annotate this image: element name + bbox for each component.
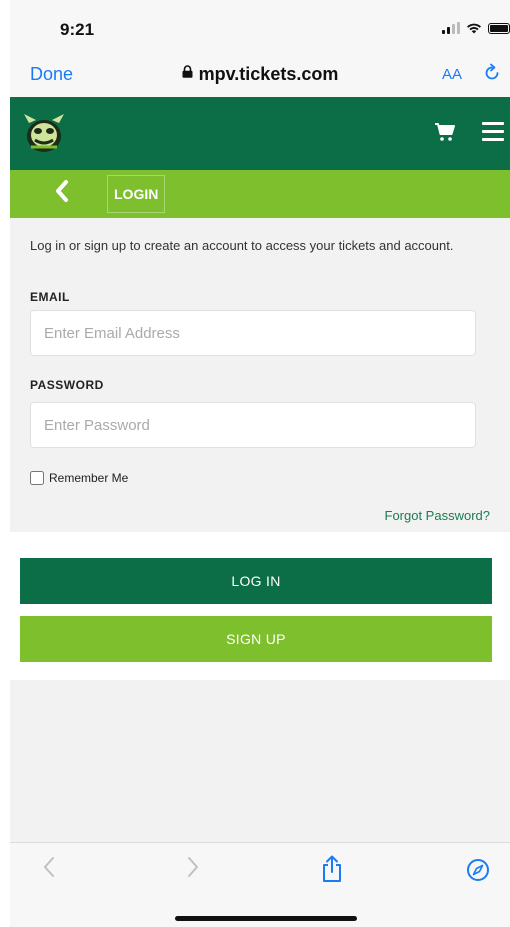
wifi-icon [467, 23, 481, 34]
battery-icon [488, 22, 510, 34]
site-header [10, 97, 510, 170]
password-field[interactable] [30, 402, 476, 448]
back-icon[interactable] [42, 855, 56, 886]
menu-icon[interactable] [482, 122, 504, 142]
signup-button[interactable]: SIGN UP [20, 616, 492, 662]
cart-icon[interactable] [434, 121, 456, 143]
status-bar: 9:21 [10, 0, 510, 55]
remember-me-checkbox[interactable] [30, 471, 44, 485]
status-icons [442, 22, 510, 34]
email-label: EMAIL [30, 290, 70, 304]
share-icon[interactable] [320, 855, 344, 883]
intro-text: Log in or sign up to create an account t… [30, 238, 454, 253]
signal-icon [442, 22, 460, 34]
login-subnav: LOGIN [10, 170, 510, 218]
email-field[interactable] [30, 310, 476, 356]
login-form: Log in or sign up to create an account t… [10, 218, 510, 532]
reload-icon[interactable] [482, 63, 502, 89]
browser-url-bar: Done mpv.tickets.com AA [10, 55, 510, 98]
page-background [10, 680, 510, 842]
hornet-logo[interactable] [20, 109, 68, 157]
home-indicator [175, 916, 357, 921]
address-field[interactable]: mpv.tickets.com [10, 64, 510, 85]
lock-icon [182, 65, 193, 81]
compass-icon[interactable] [466, 858, 490, 882]
phone-screen: 9:21 Done mpv.tickets.com AA LOGIN Log i… [0, 0, 510, 927]
forward-icon[interactable] [186, 855, 200, 886]
status-time: 9:21 [60, 20, 95, 39]
text-size-button[interactable]: AA [442, 66, 462, 83]
browser-toolbar [10, 842, 510, 927]
chevron-left-icon[interactable] [55, 179, 69, 210]
login-button[interactable]: LOG IN [20, 558, 492, 604]
password-label: PASSWORD [30, 378, 104, 392]
forgot-password-link[interactable]: Forgot Password? [385, 508, 491, 523]
remember-me-option[interactable]: Remember Me [30, 471, 128, 485]
remember-me-label: Remember Me [49, 471, 129, 485]
url-text: mpv.tickets.com [198, 64, 339, 84]
login-tab[interactable]: LOGIN [107, 175, 166, 213]
